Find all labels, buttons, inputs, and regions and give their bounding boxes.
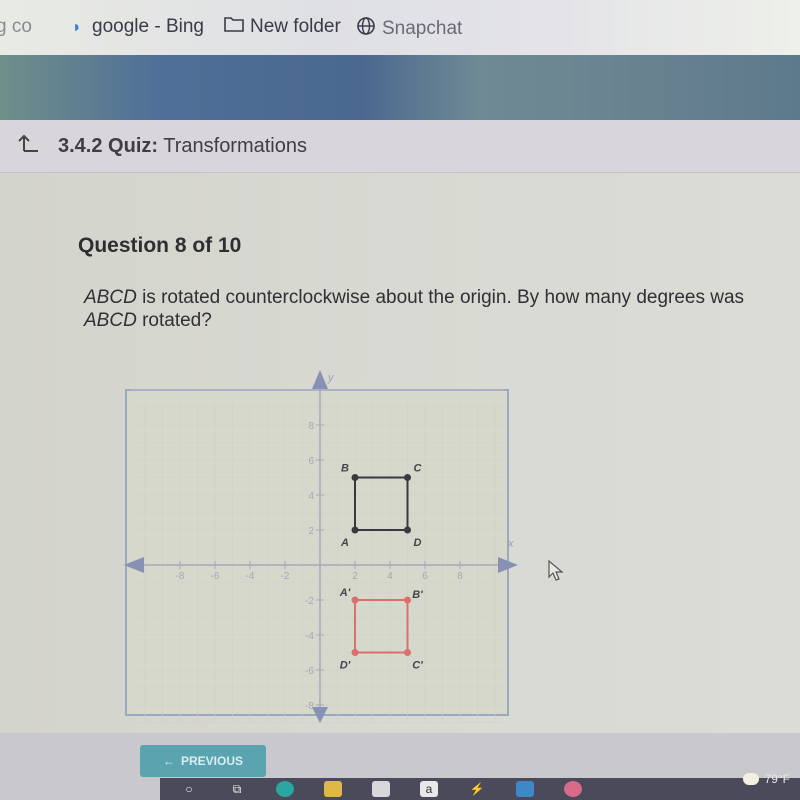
original-square-vertex [351, 526, 359, 534]
temperature: 79°F [764, 772, 790, 786]
x-tick-label: 8 [457, 571, 463, 582]
file-explorer-icon[interactable] [324, 781, 342, 797]
taskbar: ○ ⧉ a ⚡ [160, 778, 800, 800]
amazon-icon[interactable]: a [420, 781, 438, 797]
image-square-vertex [404, 596, 411, 604]
store-icon[interactable] [372, 781, 390, 797]
globe-icon [356, 16, 376, 42]
x-tick-label: -6 [211, 571, 220, 582]
quiz-name: Transformations [163, 134, 307, 157]
original-square-vertex-label: A [340, 537, 349, 549]
cloud-icon [742, 773, 759, 785]
x-tick-label: 4 [387, 571, 393, 582]
question-text-segment: is rotated counterclockwise about the or… [136, 287, 745, 308]
y-axis-label: y [327, 372, 335, 384]
original-square-vertex-label: C [414, 463, 423, 475]
x-tick-label: -4 [246, 571, 255, 582]
x-tick-label: 6 [422, 571, 428, 582]
bookmark-bing[interactable]: ◗ google - Bing [72, 16, 204, 38]
y-tick-label: -4 [305, 631, 314, 642]
mail-icon[interactable] [516, 781, 534, 797]
image-square-vertex-label: D' [340, 660, 351, 672]
bookmark-item[interactable]: g co [0, 16, 32, 38]
bookmarks-bar: g co ◗ google - Bing New folder Snapchat [0, 0, 800, 55]
image-square-vertex [351, 649, 359, 656]
previous-label: PREVIOUS [180, 754, 243, 768]
app-icon[interactable]: ⚡ [468, 781, 486, 797]
coordinate-plane: x y -8 -6 -4 -2 2 4 6 8 8 6 4 2 -2 -4 -6 -8 A B C D A' B' C' D' [124, 370, 518, 723]
question-text-segment: rotated? [136, 310, 212, 331]
search-icon[interactable]: ○ [180, 781, 198, 797]
y-tick-label: -2 [305, 596, 314, 607]
edge-icon[interactable] [276, 781, 294, 797]
y-tick-label: -6 [305, 666, 314, 677]
quiz-section: 3.4.2 [58, 134, 103, 157]
header-banner [0, 55, 800, 120]
image-square-vertex-label: B' [412, 589, 423, 601]
y-tick-label: 2 [308, 526, 314, 537]
folder-icon [224, 16, 244, 38]
y-tick-label: -8 [305, 701, 314, 712]
image-square-vertex-label: A' [339, 587, 351, 599]
x-axis-label: x [507, 538, 514, 550]
question-number: Question 8 of 10 [78, 234, 242, 257]
original-square-vertex [404, 526, 411, 534]
back-arrow-icon[interactable] [18, 132, 40, 160]
figure-name: ABCD [84, 287, 137, 308]
task-view-icon[interactable]: ⧉ [228, 781, 246, 797]
photos-icon[interactable] [564, 781, 582, 797]
original-square-vertex [404, 474, 411, 481]
bookmark-label: g co [0, 16, 32, 37]
y-axis-up-arrow [312, 370, 328, 389]
previous-button[interactable]: ← PREVIOUS [140, 745, 266, 777]
weather-widget[interactable]: 79°F [742, 772, 790, 786]
bookmark-label: New folder [250, 16, 341, 37]
bookmark-snapchat[interactable]: Snapchat [356, 16, 462, 42]
bookmark-label: google - Bing [92, 16, 204, 37]
image-square-vertex [351, 596, 359, 604]
bookmark-new-folder[interactable]: New folder [224, 16, 341, 38]
graph-frame [125, 389, 509, 716]
left-arrow-icon: ← [162, 754, 175, 768]
y-tick-label: 6 [308, 456, 314, 467]
original-square-vertex-label: D [414, 537, 422, 549]
original-square-vertex-label: B [341, 463, 349, 475]
image-square-vertex-label: C' [412, 660, 423, 672]
image-square-vertex [404, 649, 411, 656]
question-text: ABCD is rotated counterclockwise about t… [84, 286, 774, 332]
figure-name: ABCD [84, 310, 137, 331]
x-tick-label: -8 [176, 571, 185, 582]
x-tick-label: -2 [281, 571, 290, 582]
y-tick-label: 4 [308, 491, 314, 502]
original-square-vertex [351, 474, 359, 481]
quiz-title: 3.4.2 Quiz: Transformations [58, 135, 307, 158]
y-tick-label: 8 [308, 421, 314, 432]
quiz-header: 3.4.2 Quiz: Transformations [0, 120, 800, 173]
x-tick-label: 2 [352, 571, 358, 582]
bookmark-label: Snapchat [382, 18, 463, 39]
mouse-cursor-icon [548, 559, 564, 587]
bing-icon: ◗ [72, 19, 82, 36]
quiz-type: Quiz: [108, 134, 159, 157]
